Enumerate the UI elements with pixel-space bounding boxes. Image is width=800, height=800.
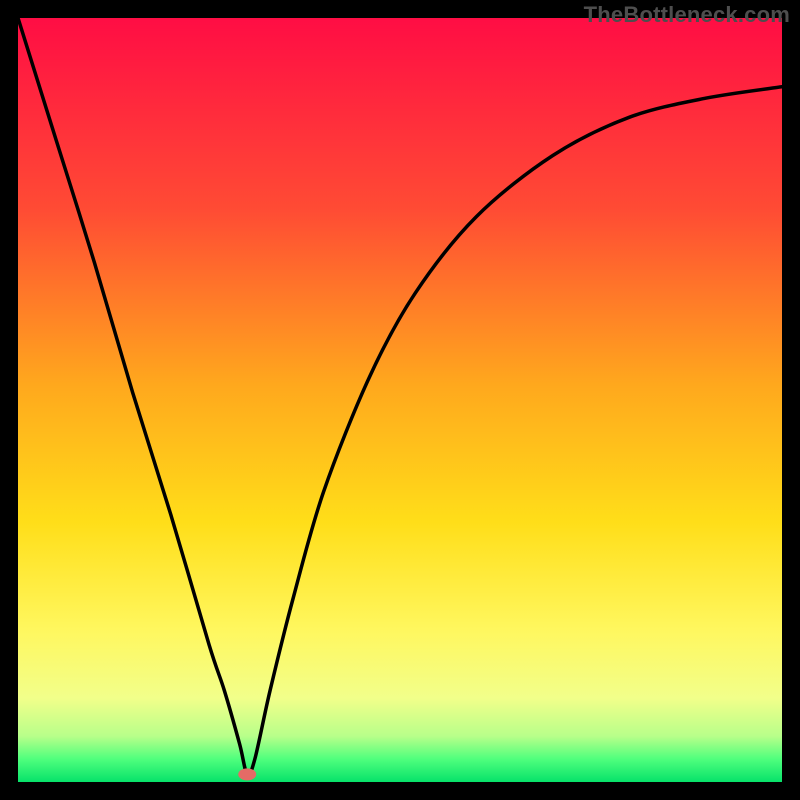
min-marker [238,768,256,780]
gradient-rect [18,18,782,782]
attribution-text: TheBottleneck.com [584,2,790,28]
bottleneck-chart [18,18,782,782]
chart-frame [18,18,782,782]
